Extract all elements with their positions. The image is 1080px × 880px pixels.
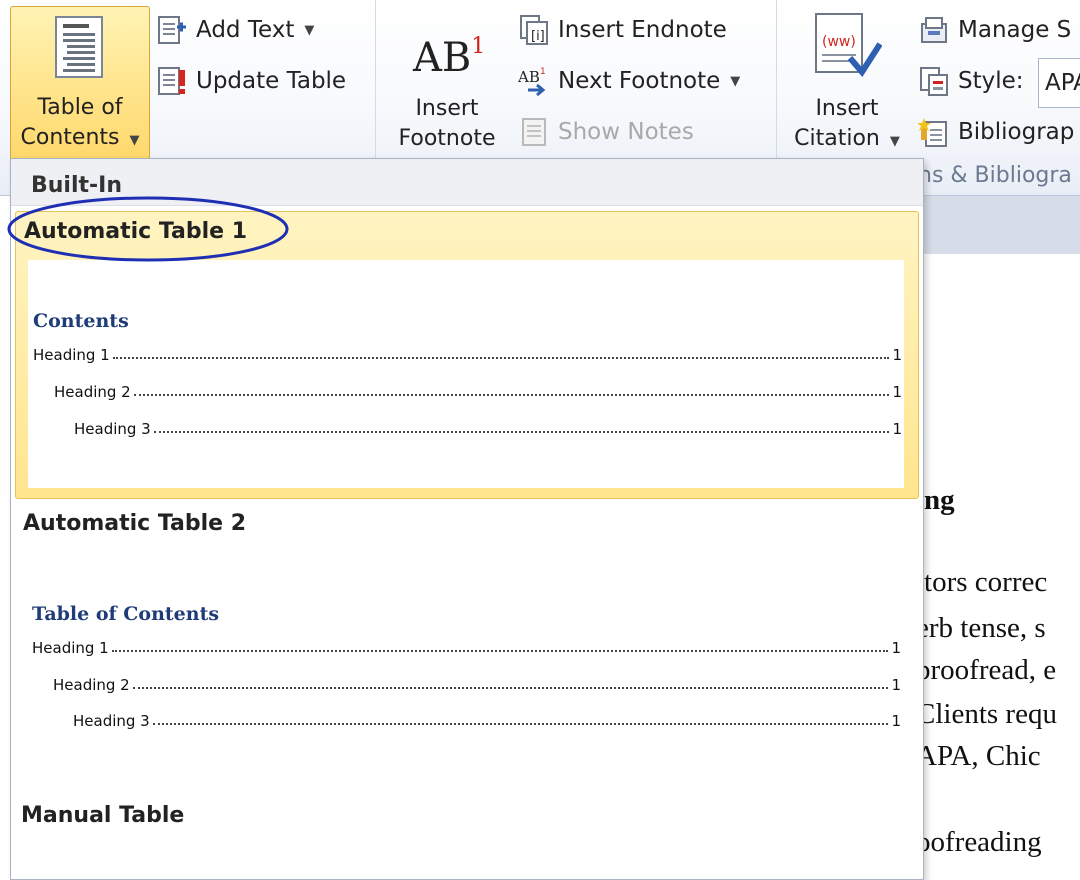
insert-citation-button[interactable]: (ww) Insert Citation ▼ — [784, 8, 910, 158]
insert-citation-label-line2: Citation — [794, 126, 880, 151]
show-notes-label: Show Notes — [558, 119, 694, 145]
insert-endnote-label: Insert Endnote — [558, 17, 727, 43]
style-dropdown-value: APA — [1045, 70, 1080, 96]
document-line: APA, Chic — [916, 740, 1041, 772]
toc-preview-line: Heading 21 — [54, 383, 902, 401]
chevron-down-icon: ▼ — [889, 134, 900, 149]
add-text-button[interactable]: Add Text ▼ — [156, 13, 314, 47]
insert-citation-icon: (ww) — [815, 13, 882, 78]
gallery-item-automatic-table-1[interactable]: Automatic Table 1 Contents Heading 11 He… — [15, 211, 919, 499]
gallery-section-header: Built-In — [11, 159, 923, 206]
document-line: oofreading — [916, 826, 1042, 858]
gallery-item-title: Automatic Table 1 — [24, 219, 248, 244]
group-separator — [375, 0, 376, 160]
gallery-item-automatic-table-2[interactable]: Automatic Table 2 Table of Contents Head… — [15, 505, 917, 795]
style-selector[interactable]: Style: — [918, 64, 1024, 98]
manage-sources-button[interactable]: Manage S — [918, 13, 1071, 47]
svg-text:(ww): (ww) — [822, 34, 856, 50]
next-footnote-label: Next Footnote — [558, 68, 721, 94]
toc-preview: Table of Contents Heading 11 Heading 21 … — [27, 551, 903, 791]
insert-endnote-icon: [i] — [520, 15, 548, 45]
style-icon — [920, 67, 948, 96]
chevron-down-icon: ▼ — [129, 133, 140, 148]
document-line: itors correc — [916, 566, 1048, 598]
document-line: Clients requ — [916, 698, 1057, 730]
built-in-label: Built-In — [31, 173, 123, 198]
bibliography-label: Bibliograp — [958, 119, 1075, 145]
insert-footnote-button[interactable]: AB1 Insert Footnote — [384, 18, 510, 158]
bibliography-button[interactable]: Bibliograp — [918, 115, 1074, 149]
update-table-label: Update Table — [196, 68, 347, 94]
toc-gallery-dropdown: Built-In Automatic Table 1 Contents Head… — [10, 158, 924, 880]
toc-preview-line: Heading 11 — [32, 639, 901, 657]
citations-group-label: ns & Bibliogra — [918, 163, 1072, 188]
style-dropdown[interactable]: APA — [1038, 58, 1080, 108]
toc-preview-line: Heading 31 — [74, 420, 902, 438]
table-of-contents-icon — [55, 16, 103, 78]
toc-preview-heading: Contents — [33, 310, 129, 332]
gallery-item-manual-table[interactable]: Manual Table — [15, 797, 917, 867]
svg-text:AB: AB — [518, 68, 540, 86]
bibliography-icon — [918, 118, 947, 147]
group-separator — [776, 0, 777, 160]
toc-button-label-line1: Table of — [37, 95, 123, 120]
toc-button-label-line2: Contents — [20, 125, 120, 150]
add-text-label: Add Text — [196, 17, 295, 43]
insert-footnote-label-line2: Footnote — [398, 126, 496, 151]
show-notes-icon — [522, 118, 546, 146]
next-footnote-icon: AB 1 — [518, 67, 546, 97]
gallery-item-title: Manual Table — [21, 803, 185, 828]
toc-preview-line: Heading 31 — [73, 712, 901, 730]
toc-preview-heading: Table of Contents — [32, 603, 220, 625]
document-line: erb tense, s — [916, 612, 1046, 644]
svg-text:[i]: [i] — [531, 29, 545, 44]
show-notes-button[interactable]: Show Notes — [518, 115, 694, 149]
table-of-contents-button[interactable]: Table of Contents ▼ — [10, 6, 150, 160]
toc-preview-line: Heading 11 — [33, 346, 902, 364]
manage-sources-label: Manage S — [958, 17, 1072, 43]
insert-endnote-button[interactable]: [i] Insert Endnote — [518, 13, 727, 47]
toc-preview-line: Heading 21 — [53, 676, 901, 694]
chevron-down-icon: ▼ — [730, 73, 741, 89]
toc-preview: Contents Heading 11 Heading 21 Heading 3… — [28, 260, 904, 488]
update-table-icon — [158, 67, 185, 95]
insert-citation-label-line1: Insert — [815, 96, 879, 121]
manage-sources-icon — [921, 17, 947, 43]
document-ruler-area — [921, 196, 1080, 254]
next-footnote-button[interactable]: AB 1 Next Footnote ▼ — [518, 64, 740, 98]
update-table-button[interactable]: Update Table — [156, 64, 346, 98]
insert-footnote-icon: AB1 — [413, 34, 486, 81]
chevron-down-icon: ▼ — [304, 22, 315, 38]
svg-text:1: 1 — [540, 67, 546, 77]
gallery-item-title: Automatic Table 2 — [23, 511, 247, 536]
document-line: proofread, e — [916, 654, 1057, 686]
style-label: Style: — [958, 68, 1024, 94]
insert-footnote-label-line1: Insert — [415, 96, 479, 121]
add-text-icon — [158, 16, 186, 44]
